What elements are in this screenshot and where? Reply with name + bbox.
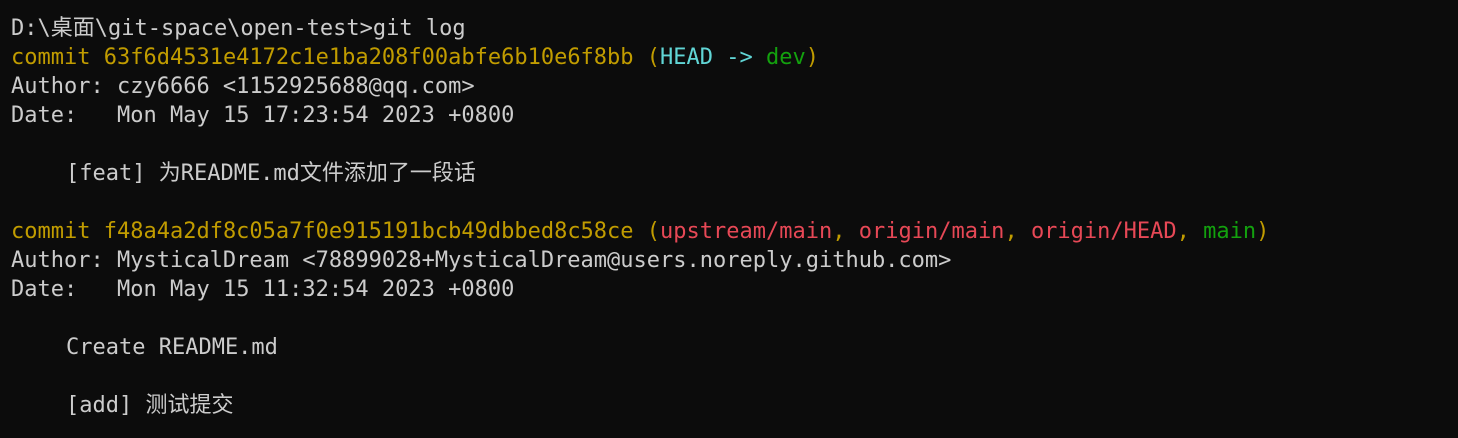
commit-line: commit 63f6d4531e4172c1e1ba208f00abfe6b1… <box>11 43 1458 72</box>
prompt-path: D:\桌面\git-space\open-test> <box>11 16 373 41</box>
commit-message: [add] 测试提交 <box>66 393 234 418</box>
branch-ref: dev <box>766 45 806 70</box>
date-label: Date: <box>11 103 78 128</box>
date-label: Date: <box>11 277 78 302</box>
ref-open-paren: ( <box>646 45 661 70</box>
author-line: Author: czy6666 <1152925688@qq.com> <box>11 72 1458 101</box>
commit-message: Create README.md <box>66 335 278 360</box>
commit-label: commit <box>11 45 91 70</box>
head-arrow: -> <box>726 45 753 70</box>
ref-close-paren: ) <box>1256 219 1270 244</box>
commit-label: commit <box>11 219 91 244</box>
author-value: MysticalDream <78899028+MysticalDream@us… <box>116 248 952 273</box>
ref-separator: , <box>1004 219 1031 244</box>
ref-open-paren: ( <box>646 219 661 244</box>
author-value: czy6666 <1152925688@qq.com> <box>116 74 475 99</box>
main-branch-ref: main <box>1203 219 1257 244</box>
terminal-window[interactable]: D:\桌面\git-space\open-test>git log commit… <box>0 0 1458 438</box>
author-label: Author: <box>11 74 104 99</box>
ref-separator: , <box>1176 219 1204 244</box>
ref-close-paren: ) <box>805 45 820 70</box>
commit-hash: 63f6d4531e4172c1e1ba208f00abfe6b10e6f8bb <box>103 45 634 70</box>
commit-message: [feat] 为README.md文件添加了一段话 <box>66 161 476 186</box>
origin-head-ref: origin/HEAD <box>1030 219 1177 244</box>
date-line: Date: Mon May 15 17:23:54 2023 +0800 <box>11 101 1458 130</box>
author-label: Author: <box>11 248 104 273</box>
date-line: Date: Mon May 15 11:32:54 2023 +0800 <box>11 275 1458 304</box>
origin-main-ref: origin/main <box>858 219 1005 244</box>
upstream-main-ref: upstream/main <box>660 219 833 244</box>
commit-hash: f48a4a2df8c05a7f0e915191bcb49dbbed8c58ce <box>103 219 634 244</box>
commit-line: commit f48a4a2df8c05a7f0e915191bcb49dbbe… <box>11 217 1458 246</box>
ref-separator: , <box>832 219 859 244</box>
head-ref: HEAD <box>660 45 714 70</box>
prompt-line: D:\桌面\git-space\open-test>git log <box>11 14 1458 43</box>
command-text: git log <box>372 16 466 41</box>
date-value: Mon May 15 17:23:54 2023 +0800 <box>116 103 515 128</box>
date-value: Mon May 15 11:32:54 2023 +0800 <box>116 277 515 302</box>
author-line: Author: MysticalDream <78899028+Mystical… <box>11 246 1458 275</box>
